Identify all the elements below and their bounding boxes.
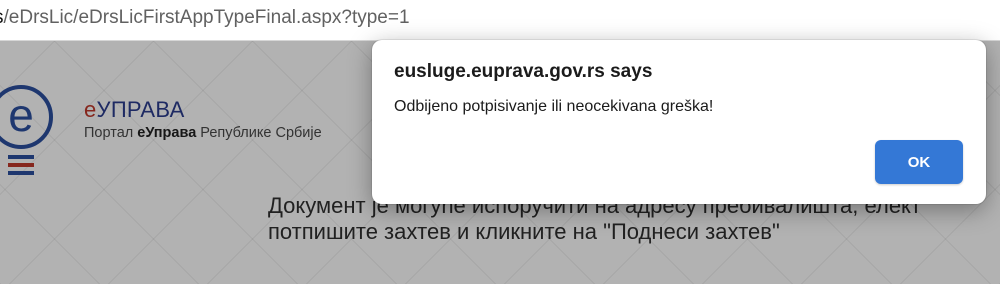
browser-window: s/eDrsLic/eDrsLicFirstAppTypeFinal.aspx?… [0, 0, 1000, 284]
url-text[interactable]: s/eDrsLic/eDrsLicFirstAppTypeFinal.aspx?… [0, 7, 410, 29]
alert-dialog: eusluge.euprava.gov.rs says Odbijeno pot… [372, 40, 986, 204]
url-path: /eDrsLic/eDrsLicFirstAppTypeFinal.aspx?t… [3, 7, 410, 28]
ok-button[interactable]: OK [875, 140, 963, 184]
dialog-message: Odbijeno potpisivanje ili neocekivana gr… [394, 98, 714, 115]
address-bar[interactable]: s/eDrsLic/eDrsLicFirstAppTypeFinal.aspx?… [0, 0, 1000, 41]
dialog-title: eusluge.euprava.gov.rs says [394, 61, 653, 82]
